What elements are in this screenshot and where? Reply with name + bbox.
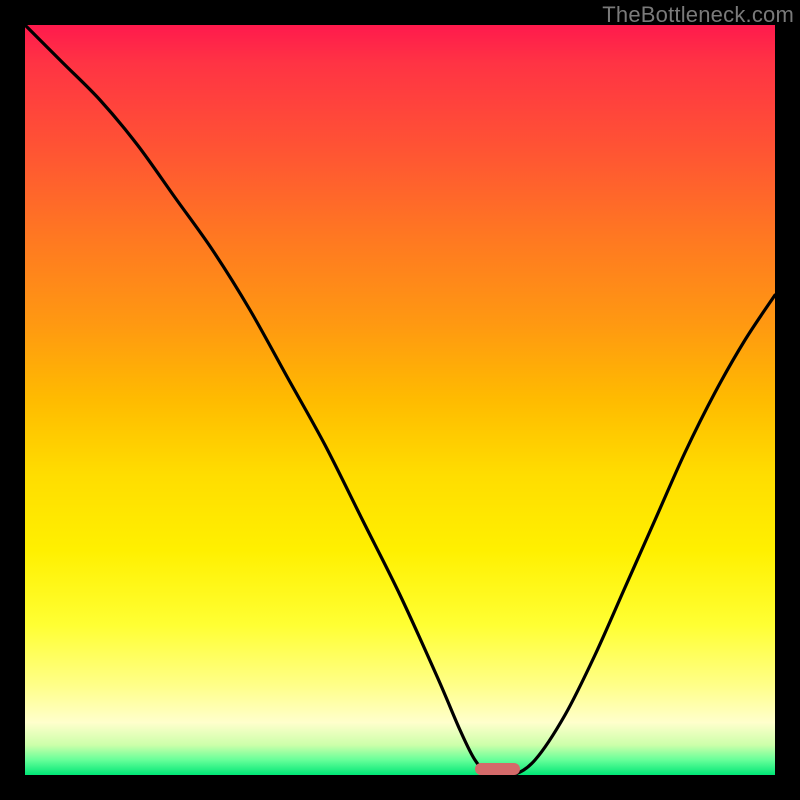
bottleneck-chart: TheBottleneck.com [0, 0, 800, 800]
plot-area [25, 25, 775, 775]
watermark-text: TheBottleneck.com [602, 2, 794, 28]
curve-layer [25, 25, 775, 775]
bottleneck-curve [25, 25, 775, 775]
optimal-marker [475, 763, 520, 775]
